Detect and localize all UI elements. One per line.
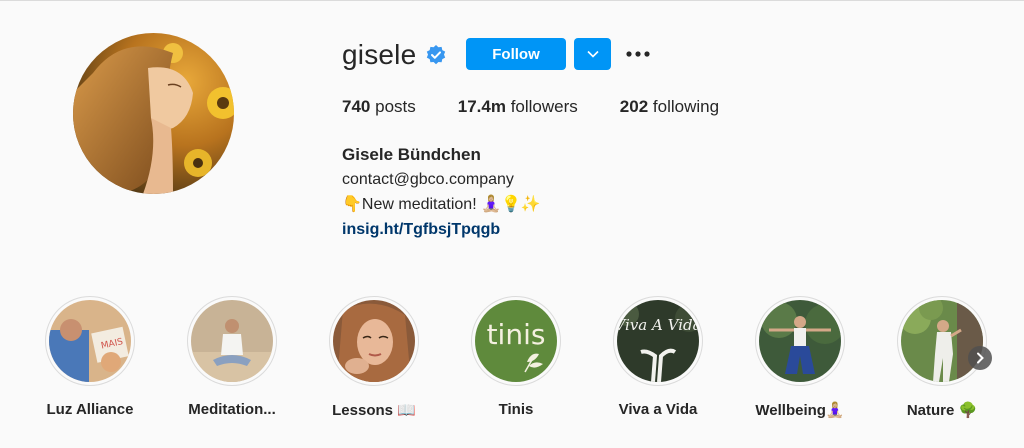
highlight-item[interactable]: Meditation... [157, 296, 307, 418]
full-name: Gisele Bündchen [342, 145, 481, 164]
highlight-label: Lessons 📖 [332, 402, 416, 419]
followers-label: followers [510, 97, 578, 116]
suggested-dropdown-button[interactable] [574, 38, 611, 70]
highlight-cover[interactable]: MAIS [45, 296, 135, 386]
following-label: following [652, 97, 720, 116]
highlight-item[interactable]: tinis Tinis [441, 296, 591, 418]
highlight-cover[interactable] [187, 296, 277, 386]
highlight-cover[interactable]: tinis [471, 296, 561, 386]
posts-label: posts [375, 97, 416, 116]
follow-button[interactable]: Follow [466, 38, 566, 70]
followers-count: 17.4m [457, 97, 506, 116]
highlight-item[interactable]: Viva A Vida Viva a Vida [583, 296, 733, 418]
profile-stats: 740 posts 17.4m followers 202 following [342, 97, 761, 117]
highlight-label: Nature 🌳 [906, 402, 978, 419]
bio-line: 👇New meditation! 🧘🏼‍♀️💡✨ [342, 196, 541, 213]
highlight-cover-text: tinis [487, 318, 546, 351]
chevron-down-icon [586, 50, 599, 58]
highlight-cover[interactable] [329, 296, 419, 386]
highlight-cover-text: Viva A Vida [617, 316, 699, 334]
highlight-item[interactable]: MAIS Luz Alliance [15, 296, 165, 418]
profile-bio: Gisele Bündchen contact@gbco.company 👇Ne… [342, 142, 541, 242]
more-options-button[interactable] [624, 38, 652, 70]
bio-line: contact@gbco.company [342, 171, 514, 188]
chevron-right-icon [977, 352, 984, 364]
profile-avatar[interactable] [73, 33, 234, 194]
posts-stat: 740 posts [342, 97, 416, 117]
followers-stat[interactable]: 17.4m followers [458, 97, 578, 117]
verified-badge-icon [426, 45, 446, 65]
following-count: 202 [619, 97, 649, 116]
username: gisele [342, 39, 417, 70]
profile-header: gisele Follow [342, 36, 650, 74]
more-dots-icon [626, 51, 650, 57]
highlights-next-button[interactable] [968, 346, 992, 370]
highlight-label: Tinis [498, 401, 534, 418]
highlight-cover[interactable] [755, 296, 845, 386]
highlight-item[interactable]: Wellbeing🧘🏼‍♀️ [725, 296, 875, 419]
posts-count: 740 [342, 97, 371, 116]
highlight-label: Meditation... [188, 401, 276, 418]
following-stat[interactable]: 202 following [620, 97, 719, 117]
highlight-cover[interactable]: Viva A Vida [613, 296, 703, 386]
highlight-label: Luz Alliance [46, 401, 134, 418]
highlight-label: Wellbeing🧘🏼‍♀️ [755, 402, 845, 419]
highlight-item[interactable]: Nature 🌳 [867, 296, 1017, 419]
highlight-label: Viva a Vida [618, 401, 698, 418]
bio-link[interactable]: insig.ht/TgfbsjTpqgb [342, 221, 500, 238]
highlight-item[interactable]: Lessons 📖 [299, 296, 449, 419]
top-divider [0, 0, 1024, 1]
highlight-cover[interactable] [897, 296, 987, 386]
